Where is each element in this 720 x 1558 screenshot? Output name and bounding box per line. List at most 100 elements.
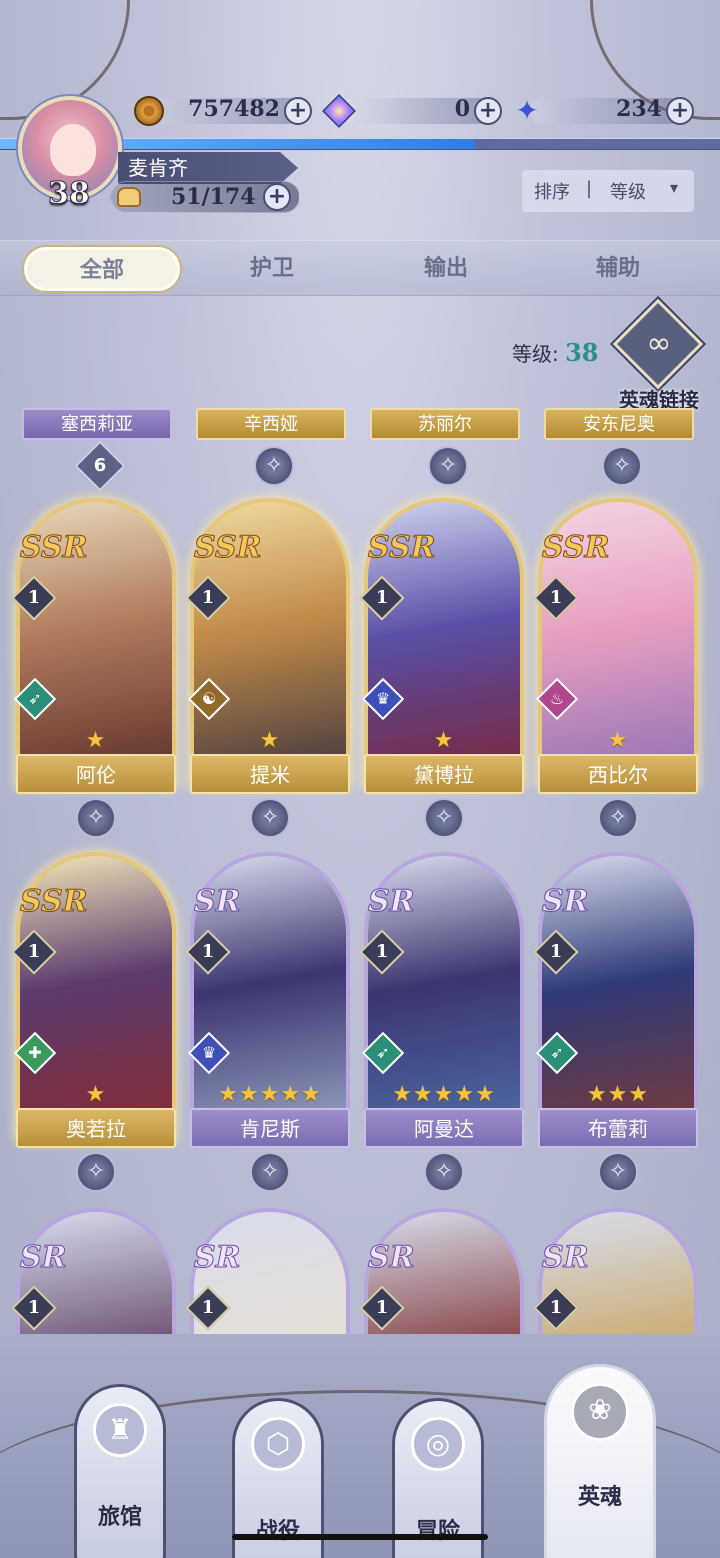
hero-card[interactable]: SR 1 ➶ ★★★★★ 阿曼达 ✧ (359, 852, 524, 1192)
header: 757482 + 0 + ✦ 234 + 38 麦肯齐 51/174 + 排序 … (0, 0, 720, 230)
sort-dropdown[interactable]: 排序 | 等级 ▾ (522, 170, 694, 212)
class-glyph: ➶ (28, 689, 42, 708)
gold-resource: 757482 + (134, 96, 314, 126)
compass-emblem-icon: ✧ (254, 446, 294, 486)
beer-mug-icon: ♜ (93, 1403, 147, 1457)
tab-guard[interactable]: 护卫 (192, 245, 352, 293)
hero-name: 布蕾莉 (538, 1108, 698, 1148)
starstone-resource: ✦ 234 + (512, 96, 696, 126)
hero-level: 1 (549, 587, 563, 608)
hero-card[interactable]: SR 1 ♛ ★★★★★ 肯尼斯 ✧ (185, 852, 350, 1192)
sort-label: 排序 (534, 182, 570, 203)
add-stamina-button[interactable]: + (263, 183, 291, 211)
bottom-navigation: ♜ 旅馆 ⬡ 战役 ◎ 冒险 ❀ 英魂 (0, 1334, 720, 1558)
hero-level: 1 (375, 587, 389, 608)
rarity-badge: SSR (542, 530, 611, 566)
gold-coin-icon (134, 96, 164, 126)
rarity-badge: SSR (20, 530, 89, 566)
class-glyph: ➶ (550, 1043, 564, 1062)
compass-emblem-icon: ✧ (598, 1152, 638, 1192)
star-rating: ★★★ (586, 1082, 650, 1107)
add-crystal-button[interactable]: + (474, 97, 502, 125)
tab-support[interactable]: 辅助 (538, 245, 698, 293)
crystal-resource: 0 + (322, 94, 504, 128)
nav-heroes[interactable]: ❀ 英魂 (544, 1364, 656, 1558)
hero-link-button[interactable]: ∞ (612, 298, 704, 392)
hero-level: 1 (549, 1297, 563, 1318)
stamina-display: 51/174 + (110, 181, 300, 213)
hero-card[interactable]: SR 1 (359, 1208, 524, 1334)
hero-name: 西比尔 (538, 754, 698, 794)
rose-icon: ❀ (571, 1383, 629, 1441)
eye-icon: ◎ (411, 1417, 465, 1471)
hero-level: 1 (27, 587, 41, 608)
rarity-badge: SR (194, 1240, 242, 1276)
class-glyph: ✚ (28, 1043, 42, 1062)
compass-emblem-icon: ✧ (598, 798, 638, 838)
star-rating: ★★★★★ (392, 1082, 496, 1107)
hero-card[interactable]: SR 1 (185, 1208, 350, 1334)
compass-emblem-icon: ✧ (250, 798, 290, 838)
hero-card[interactable]: SSR 1 ♛ ★ 黛博拉 ✧ (359, 498, 524, 838)
hero-name: 阿伦 (16, 754, 176, 794)
class-glyph: ♨ (549, 689, 565, 708)
hero-level: 1 (549, 941, 563, 962)
star-rating: ★ (85, 1082, 107, 1107)
tab-damage[interactable]: 输出 (366, 245, 526, 293)
hero-name: 黛博拉 (364, 754, 524, 794)
rarity-badge: SR (194, 884, 242, 920)
nav-tavern[interactable]: ♜ 旅馆 (74, 1384, 166, 1558)
gold-value: 757482 (188, 96, 280, 122)
star-rating: ★★★★★ (218, 1082, 322, 1107)
compass-emblem-icon: ✧ (250, 1152, 290, 1192)
awaken-count: 6 (93, 455, 107, 476)
hero-card[interactable]: SSR 1 ✚ ★ 奥若拉 ✧ (11, 852, 176, 1192)
rarity-badge: SSR (194, 530, 263, 566)
hero-level: 1 (201, 941, 215, 962)
nav-campaign-label: 战役 (255, 1519, 300, 1544)
hero-level: 1 (27, 1297, 41, 1318)
hero-level: 1 (375, 1297, 389, 1318)
star-rating: ★ (259, 728, 281, 753)
hero-name: 提米 (190, 754, 350, 794)
stamina-value: 51/174 (171, 184, 256, 210)
hero-name-plate[interactable]: 安东尼奥 (544, 408, 694, 440)
hero-card[interactable]: SR 1 (533, 1208, 698, 1334)
add-starstone-button[interactable]: + (666, 97, 694, 125)
hero-level: 1 (201, 1297, 215, 1318)
hero-name-plate[interactable]: 塞西莉亚 (22, 408, 172, 440)
hero-name: 奥若拉 (16, 1108, 176, 1148)
hero-level: 1 (201, 587, 215, 608)
crystal-value: 0 (454, 96, 470, 122)
rarity-badge: SR (542, 884, 590, 920)
level-filter: 等级: 38 (512, 338, 599, 367)
class-glyph: ♛ (375, 689, 391, 708)
star-rating: ★ (433, 728, 455, 753)
hero-card[interactable]: SSR 1 ♨ ★ 西比尔 ✧ (533, 498, 698, 838)
bread-icon (117, 187, 141, 207)
hero-card[interactable]: SSR 1 ➶ ★ 阿伦 ✧ (11, 498, 176, 838)
add-gold-button[interactable]: + (284, 97, 312, 125)
nav-heroes-label: 英魂 (577, 1485, 622, 1510)
star-rating: ★ (607, 728, 629, 753)
hero-name-plate[interactable]: 苏丽尔 (370, 408, 520, 440)
class-glyph: ♛ (201, 1043, 217, 1062)
rarity-badge: SSR (20, 884, 89, 920)
level-filter-value: 38 (565, 338, 599, 367)
home-indicator (232, 1534, 488, 1540)
player-level: 38 (48, 176, 91, 212)
rarity-badge: SSR (368, 530, 437, 566)
rarity-badge: SR (20, 1240, 68, 1276)
avatar-face (50, 124, 96, 176)
hero-card[interactable]: SSR 1 ☯ ★ 提米 ✧ (185, 498, 350, 838)
hero-card[interactable]: SR 1 ➶ ★★★ 布蕾莉 ✧ (533, 852, 698, 1192)
hero-card[interactable]: SR 1 (11, 1208, 176, 1334)
hero-name: 肯尼斯 (190, 1108, 350, 1148)
tab-all[interactable]: 全部 (22, 245, 182, 293)
compass-emblem-icon: ✧ (424, 1152, 464, 1192)
starstone-value: 234 (616, 96, 662, 122)
level-filter-label: 等级: (512, 342, 559, 366)
chain-link-icon: ∞ (646, 326, 672, 361)
hero-name-plate[interactable]: 辛西娅 (196, 408, 346, 440)
rarity-badge: SR (542, 1240, 590, 1276)
